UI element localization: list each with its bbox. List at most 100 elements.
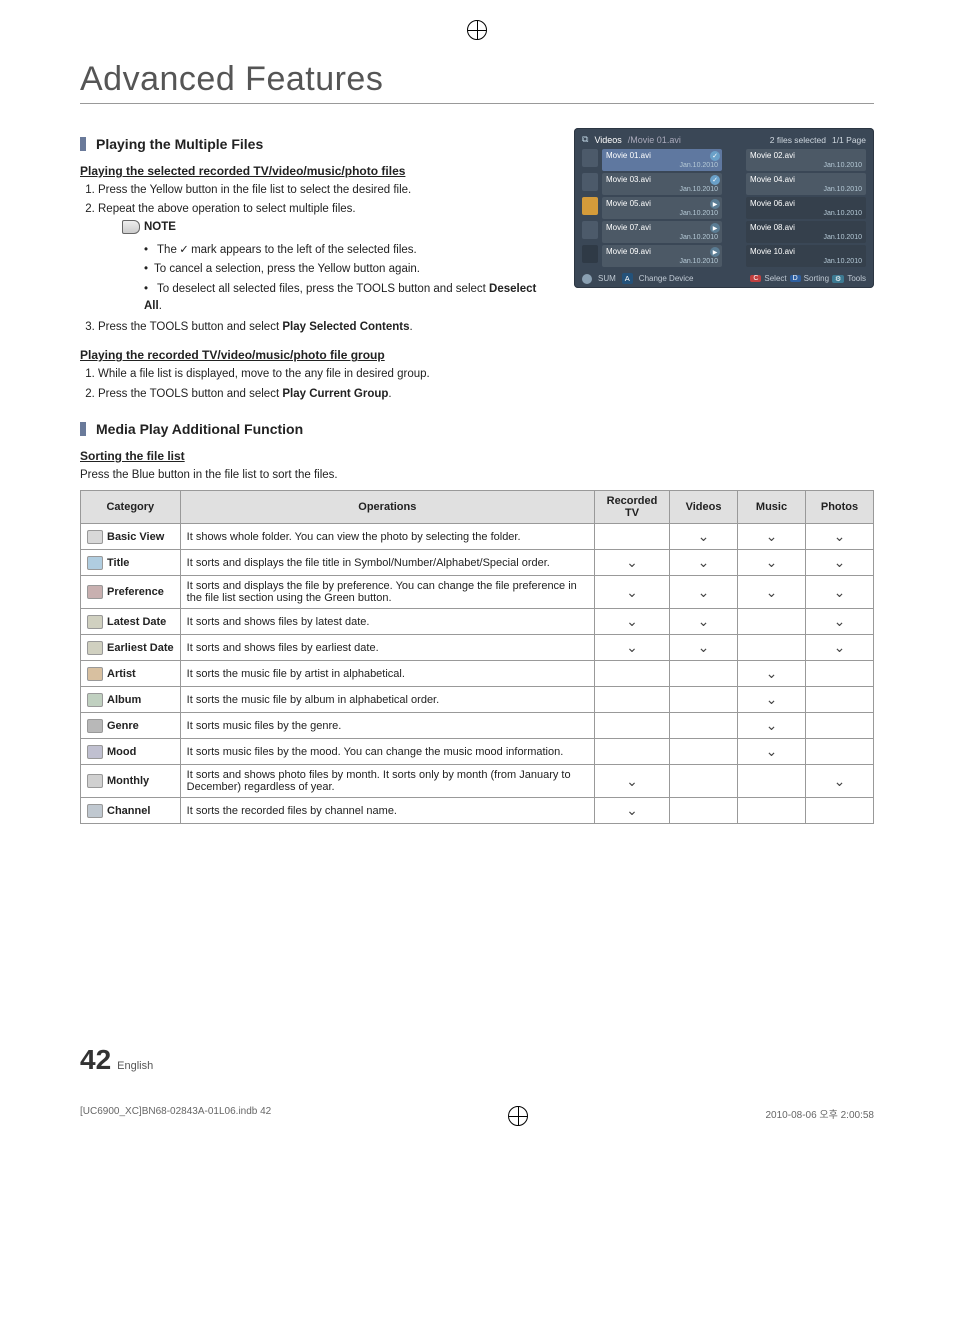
sub-sorting: Sorting the file list	[80, 449, 874, 463]
category-name: Title	[107, 556, 129, 568]
cell-mus	[738, 765, 806, 798]
grp-step-2: Press the TOOLS button and select Play C…	[98, 386, 554, 403]
scr-file-name: Movie 09.avi	[606, 247, 718, 256]
category-name: Basic View	[107, 530, 164, 542]
scr-category: Videos	[594, 135, 621, 145]
chevron-down-icon: ⌄	[834, 613, 846, 629]
chevron-down-icon: ⌄	[766, 743, 778, 759]
cell-rec	[595, 524, 670, 550]
cell-pho: ⌄	[806, 524, 874, 550]
table-row: GenreIt sorts music files by the genre.⌄	[81, 713, 874, 739]
note-bullet-3: To deselect all selected files, press th…	[144, 281, 554, 316]
date-icon	[87, 641, 103, 655]
th-videos: Videos	[670, 491, 738, 524]
check-mark-icon: ✓	[180, 242, 188, 257]
table-row: PreferenceIt sorts and displays the file…	[81, 576, 874, 609]
genre-icon	[87, 719, 103, 733]
cell-pho	[806, 739, 874, 765]
scr-tools-icon: ⚙	[832, 275, 844, 283]
cell-category: Album	[81, 687, 181, 713]
category-name: Genre	[107, 719, 139, 731]
date-icon	[87, 615, 103, 629]
chevron-down-icon: ⌄	[698, 528, 710, 544]
cell-mus: ⌄	[738, 524, 806, 550]
scr-side-icon	[582, 149, 598, 167]
th-recorded: Recorded TV	[595, 491, 670, 524]
cell-category: Mood	[81, 739, 181, 765]
scr-tools-label: Tools	[847, 274, 866, 283]
chevron-down-icon: ⌄	[626, 584, 638, 600]
th-operations: Operations	[180, 491, 594, 524]
cell-category: Earliest Date	[81, 635, 181, 661]
scr-file-date: Jan.10.2010	[606, 258, 718, 265]
cell-vid	[670, 739, 738, 765]
steps-list-1: Press the Yellow button in the file list…	[80, 182, 554, 336]
chevron-down-icon: ⌄	[698, 584, 710, 600]
scr-key-a: A	[622, 273, 633, 284]
chevron-down-icon: ⌄	[626, 639, 638, 655]
device-icon	[582, 274, 592, 284]
cell-category: Channel	[81, 798, 181, 824]
cell-vid	[670, 765, 738, 798]
chevron-down-icon: ⌄	[766, 554, 778, 570]
scr-side-icon	[582, 245, 598, 263]
cell-vid	[670, 661, 738, 687]
sorting-table: Category Operations Recorded TV Videos M…	[80, 490, 874, 824]
scr-file-item: Movie 10.aviJan.10.2010	[746, 245, 866, 267]
videos-screenshot: ⧉ Videos /Movie 01.avi 2 files selected …	[574, 128, 874, 288]
scr-check-icon: ✓	[710, 151, 720, 161]
category-name: Latest Date	[107, 615, 166, 627]
sorting-intro: Press the Blue button in the file list t…	[80, 467, 874, 484]
cell-rec: ⌄	[595, 798, 670, 824]
cell-category: Artist	[81, 661, 181, 687]
cell-mus: ⌄	[738, 661, 806, 687]
scr-col-gap	[726, 173, 742, 195]
cell-operation: It sorts the music file by artist in alp…	[180, 661, 594, 687]
channel-icon	[87, 804, 103, 818]
cell-mus	[738, 609, 806, 635]
scr-play-icon: ▶	[710, 199, 720, 209]
chevron-down-icon: ⌄	[834, 528, 846, 544]
album-icon	[87, 693, 103, 707]
cell-mus: ⌄	[738, 739, 806, 765]
section-bar-icon-2	[80, 422, 86, 436]
scr-col-gap	[726, 245, 742, 267]
cell-rec: ⌄	[595, 609, 670, 635]
print-meta: [UC6900_XC]BN68-02843A-01L06.indb 42 201…	[80, 1106, 874, 1126]
scr-selected-count: 2 files selected	[770, 135, 826, 145]
page-title: Advanced Features	[80, 60, 874, 104]
chevron-down-icon: ⌄	[834, 584, 846, 600]
scr-file-date: Jan.10.2010	[606, 210, 718, 217]
scr-sum: SUM	[598, 274, 616, 283]
cell-operation: It sorts and shows files by earliest dat…	[180, 635, 594, 661]
scr-file-date: Jan.10.2010	[750, 210, 862, 217]
section2-heading: Media Play Additional Function	[80, 421, 874, 437]
cell-vid: ⌄	[670, 609, 738, 635]
category-name: Monthly	[107, 775, 149, 787]
artist-icon	[87, 667, 103, 681]
cell-pho: ⌄	[806, 609, 874, 635]
cell-vid: ⌄	[670, 576, 738, 609]
cell-operation: It sorts the music file by album in alph…	[180, 687, 594, 713]
cell-pho: ⌄	[806, 550, 874, 576]
scr-col-gap	[726, 221, 742, 243]
grp-step-1: While a file list is displayed, move to …	[98, 366, 554, 383]
chevron-down-icon: ⌄	[766, 528, 778, 544]
cell-category: Basic View	[81, 524, 181, 550]
category-name: Earliest Date	[107, 641, 174, 653]
category-name: Artist	[107, 667, 136, 679]
table-row: Artist It sorts the music file by artist …	[81, 661, 874, 687]
scr-file-date: Jan.10.2010	[606, 234, 718, 241]
scr-file-item: Movie 03.aviJan.10.2010✓	[602, 173, 722, 195]
note-bullet-1: The ✓ mark appears to the left of the se…	[144, 240, 554, 260]
cell-vid	[670, 798, 738, 824]
table-row: MonthlyIt sorts and shows photo files by…	[81, 765, 874, 798]
chevron-down-icon: ⌄	[626, 613, 638, 629]
scr-check-icon: ✓	[710, 175, 720, 185]
cell-category: Monthly	[81, 765, 181, 798]
cell-vid: ⌄	[670, 550, 738, 576]
chevron-down-icon: ⌄	[834, 554, 846, 570]
step-2: Repeat the above operation to select mul…	[98, 201, 554, 315]
crop-target-icon-bottom	[508, 1106, 528, 1126]
cell-vid	[670, 687, 738, 713]
